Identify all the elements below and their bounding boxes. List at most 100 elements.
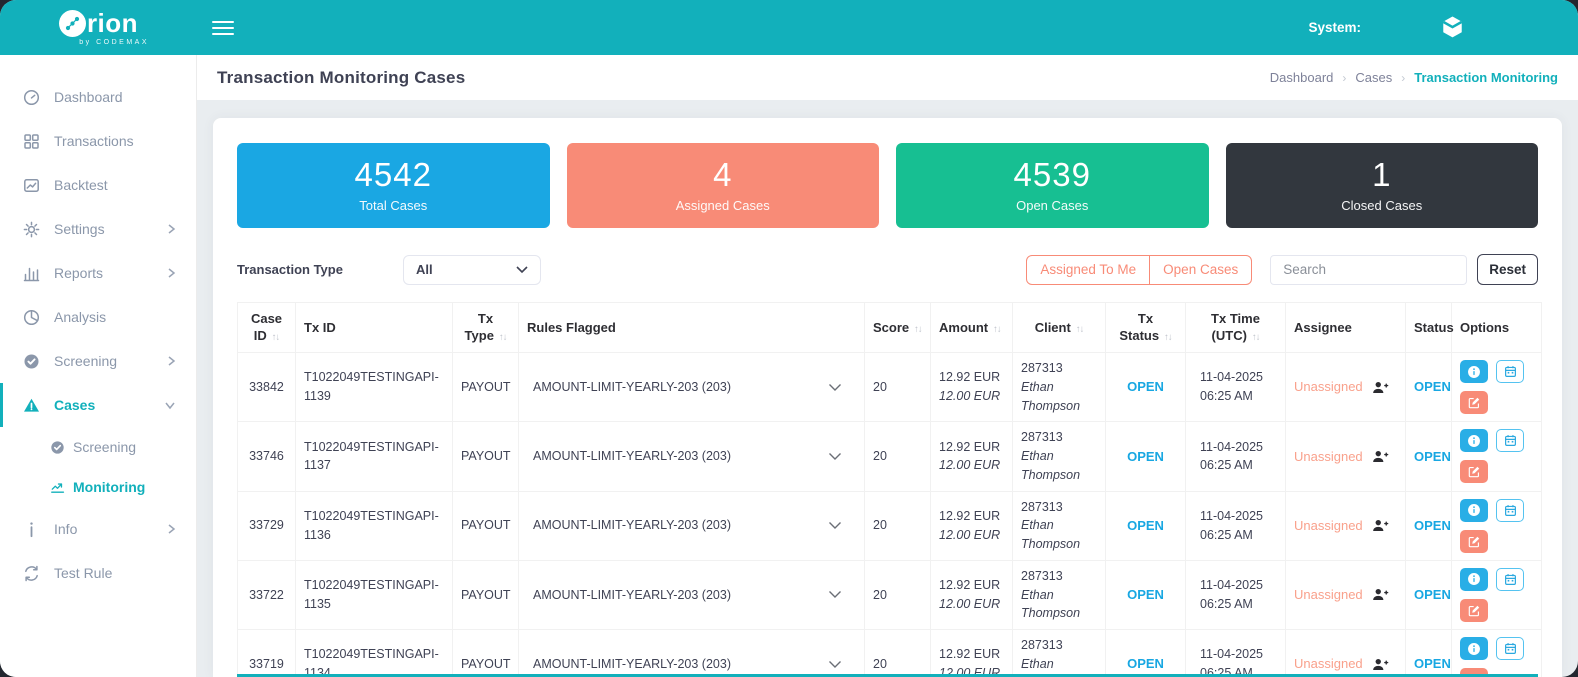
info-button[interactable] <box>1460 637 1488 660</box>
assign-user-icon[interactable] <box>1372 449 1389 464</box>
sidebar-item-label: Cases <box>54 397 95 413</box>
sidebar-subitem-monitoring[interactable]: Monitoring <box>0 467 196 507</box>
sort-icon[interactable]: ↑↓ <box>499 332 507 343</box>
rules-flagged-dropdown[interactable]: AMOUNT-LIMIT-YEARLY-203 (203) <box>519 655 864 674</box>
breadcrumb-separator: › <box>1401 71 1405 85</box>
screening-icon <box>50 440 65 455</box>
cell-status: OPEN <box>1406 422 1452 491</box>
sort-icon[interactable]: ↑↓ <box>272 332 280 343</box>
edit-button[interactable] <box>1460 460 1488 483</box>
amount-original: 12.92 EUR <box>939 507 1004 526</box>
column-header-tx-time-utc[interactable]: Tx Time (UTC)↑↓ <box>1186 303 1286 353</box>
rules-flagged-dropdown[interactable]: AMOUNT-LIMIT-YEARLY-203 (203) <box>519 516 864 535</box>
sidebar-item-info[interactable]: Info <box>0 507 196 551</box>
sidebar-subitem-screening[interactable]: Screening <box>0 427 196 467</box>
calendar-button[interactable] <box>1496 429 1524 452</box>
column-header-client[interactable]: Client↑↓ <box>1013 303 1106 353</box>
sidebar-item-reports[interactable]: Reports <box>0 251 196 295</box>
column-header-tx-status[interactable]: Tx Status↑↓ <box>1106 303 1186 353</box>
info-button[interactable] <box>1460 499 1488 522</box>
tx-time-date: 11-04-2025 <box>1200 438 1277 457</box>
tx-status-badge: OPEN <box>1127 379 1164 394</box>
sidebar-item-analysis[interactable]: Analysis <box>0 295 196 339</box>
calendar-button[interactable] <box>1496 499 1524 522</box>
backtest-icon <box>23 177 40 194</box>
stat-card-total-cases[interactable]: 4542Total Cases <box>237 143 550 228</box>
sidebar-item-screening[interactable]: Screening <box>0 339 196 383</box>
search-input[interactable] <box>1270 255 1467 285</box>
cell-options <box>1452 422 1542 491</box>
sidebar-item-test-rule[interactable]: Test Rule <box>0 551 196 595</box>
cell-tx-id: T1022049TESTINGAPI-1136 <box>296 491 453 560</box>
edit-button[interactable] <box>1460 599 1488 622</box>
sort-icon[interactable]: ↑↓ <box>1076 324 1084 335</box>
info-button[interactable] <box>1460 568 1488 591</box>
menu-toggle-icon[interactable] <box>212 21 234 35</box>
stat-value: 4539 <box>1014 158 1091 191</box>
info-icon <box>1467 434 1481 448</box>
assign-user-icon[interactable] <box>1372 587 1389 602</box>
sort-icon[interactable]: ↑↓ <box>1252 332 1260 343</box>
stat-card-assigned-cases[interactable]: 4Assigned Cases <box>567 143 880 228</box>
chevron-right-icon <box>167 267 176 279</box>
cell-options <box>1452 560 1542 629</box>
column-header-tx-type[interactable]: Tx Type ↑↓ <box>453 303 519 353</box>
stat-label: Closed Cases <box>1341 198 1422 213</box>
cell-client: 287313Ethan Thompson <box>1013 560 1106 629</box>
amount-original: 12.92 EUR <box>939 438 1004 457</box>
cell-score: 20 <box>865 422 931 491</box>
cases-table: Case ID↑↓Tx IDTx Type↑↓Rules FlaggedScor… <box>237 302 1542 677</box>
assigned-to-me-button[interactable]: Assigned To Me <box>1026 255 1150 285</box>
transaction-type-value: All <box>416 262 433 277</box>
cell-assignee: Unassigned <box>1286 630 1406 677</box>
table-row: 33719T1022049TESTINGAPI-1134PAYOUTAMOUNT… <box>238 630 1542 677</box>
sort-icon[interactable]: ↑↓ <box>993 324 1001 335</box>
transaction-type-select[interactable]: All <box>403 255 541 285</box>
brand-byline: by CODEMAX <box>79 39 149 46</box>
edit-button[interactable] <box>1460 391 1488 414</box>
rules-flagged-dropdown[interactable]: AMOUNT-LIMIT-YEARLY-203 (203) <box>519 378 864 397</box>
calendar-button[interactable] <box>1496 568 1524 591</box>
system-cube-icon[interactable] <box>1439 14 1466 41</box>
sidebar-item-settings[interactable]: Settings <box>0 207 196 251</box>
cell-assignee: Unassigned <box>1286 422 1406 491</box>
sidebar-item-cases[interactable]: Cases <box>0 383 196 427</box>
sidebar-item-dashboard[interactable]: Dashboard <box>0 75 196 119</box>
sort-icon[interactable]: ↑↓ <box>914 324 922 335</box>
info-button[interactable] <box>1460 429 1488 452</box>
sidebar-item-backtest[interactable]: Backtest <box>0 163 196 207</box>
sidebar-item-label: Reports <box>54 265 103 281</box>
tx-status-badge: OPEN <box>1127 449 1164 464</box>
column-header-score[interactable]: Score↑↓ <box>865 303 931 353</box>
sort-icon[interactable]: ↑↓ <box>1164 332 1172 343</box>
rules-flagged-dropdown[interactable]: AMOUNT-LIMIT-YEARLY-203 (203) <box>519 447 864 466</box>
rules-flagged-dropdown[interactable]: AMOUNT-LIMIT-YEARLY-203 (203) <box>519 586 864 605</box>
breadcrumb-cases[interactable]: Cases <box>1355 70 1392 85</box>
open-cases-button[interactable]: Open Cases <box>1149 255 1252 285</box>
cell-rules-flagged: AMOUNT-LIMIT-YEARLY-203 (203) <box>519 630 865 677</box>
stat-card-open-cases[interactable]: 4539Open Cases <box>896 143 1209 228</box>
assign-user-icon[interactable] <box>1372 657 1389 672</box>
chevron-down-icon <box>828 521 842 530</box>
column-label: Tx Type <box>465 311 494 344</box>
sidebar-item-transactions[interactable]: Transactions <box>0 119 196 163</box>
column-header-case-id[interactable]: Case ID↑↓ <box>238 303 296 353</box>
cell-tx-type: PAYOUT <box>453 491 519 560</box>
calendar-icon <box>1504 573 1517 586</box>
monitoring-icon <box>50 480 65 495</box>
sidebar-item-label: Info <box>54 521 77 537</box>
stat-card-closed-cases[interactable]: 1Closed Cases <box>1226 143 1539 228</box>
info-button[interactable] <box>1460 360 1488 383</box>
column-header-amount[interactable]: Amount↑↓ <box>931 303 1013 353</box>
reset-button[interactable]: Reset <box>1477 254 1538 285</box>
edit-button[interactable] <box>1460 530 1488 553</box>
tx-time-date: 11-04-2025 <box>1200 507 1277 526</box>
assign-user-icon[interactable] <box>1372 380 1389 395</box>
breadcrumb-dashboard[interactable]: Dashboard <box>1270 70 1334 85</box>
calendar-button[interactable] <box>1496 360 1524 383</box>
calendar-icon <box>1504 434 1517 447</box>
cell-tx-type: PAYOUT <box>453 353 519 422</box>
filter-bar: Transaction Type All Assigned To Me Open… <box>237 254 1538 285</box>
calendar-button[interactable] <box>1496 637 1524 660</box>
assign-user-icon[interactable] <box>1372 518 1389 533</box>
